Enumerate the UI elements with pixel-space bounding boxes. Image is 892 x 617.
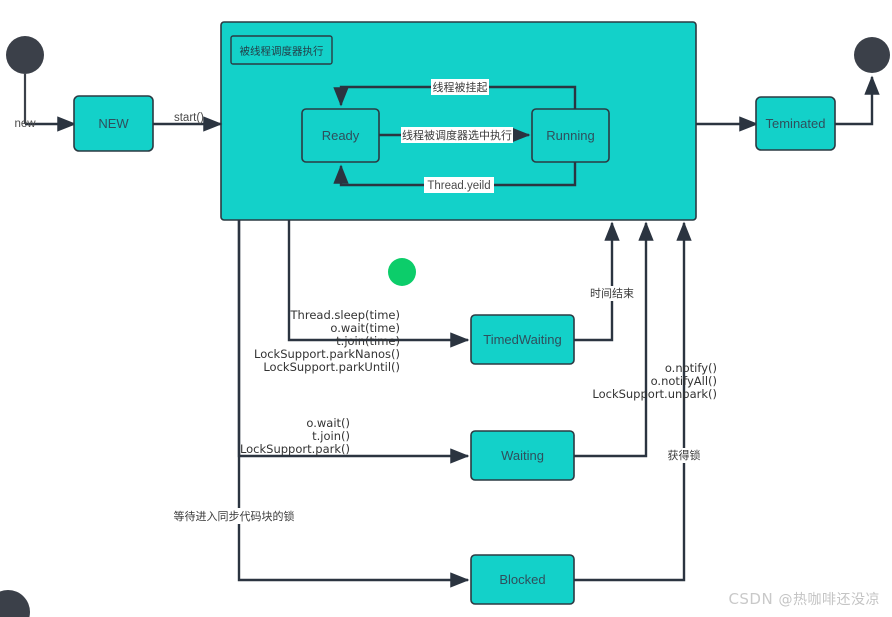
note-to-waiting-line-3: LockSupport.park()	[240, 442, 350, 456]
note-from-waiting-line-2: o.notifyAll()	[651, 374, 717, 388]
edge-new-label: new	[14, 118, 36, 130]
edge-get-lock-path	[574, 221, 692, 582]
runnable-caption-label: 被线程调度器执行	[240, 45, 324, 58]
edge-time-over-label: 时间结束	[590, 287, 634, 300]
state-ready-label: Ready	[322, 128, 360, 143]
end-node-circle	[854, 37, 890, 73]
edge-time-over-path	[574, 221, 620, 342]
note-from-waiting-line-3: LockSupport.unpark()	[592, 387, 717, 401]
note-to-timedwaiting-line-4: LockSupport.parkNanos()	[254, 347, 400, 361]
edge-to-blocked-path	[237, 220, 470, 588]
edge-to-end-path	[835, 75, 880, 126]
bottom-left-partial-circle	[0, 590, 30, 617]
note-to-timedwaiting-line-3: t.join(time)	[336, 334, 400, 348]
note-to-timedwaiting-line-2: o.wait(time)	[330, 321, 400, 335]
note-to-blocked-label: 等待进入同步代码块的锁	[174, 509, 295, 523]
watermark: CSDN @热咖啡还没凉	[728, 589, 880, 609]
start-node-circle	[6, 36, 44, 74]
edge-yield-label: Thread.yeild	[427, 180, 490, 192]
diagram-canvas: 被线程调度器执行 new NEW start() Ready Running 线…	[0, 0, 892, 617]
watermark-handle: @热咖啡还没凉	[778, 592, 880, 608]
state-blocked-label: Blocked	[499, 572, 545, 587]
edge-suspend-label: 线程被挂起	[433, 80, 488, 94]
thread-state-diagram: 被线程调度器执行 new NEW start() Ready Running 线…	[0, 21, 890, 617]
note-to-waiting-line-2: t.join()	[312, 429, 350, 443]
note-to-waiting-line-1: o.wait()	[306, 416, 350, 430]
note-to-timedwaiting-line-5: LockSupport.parkUntil()	[263, 360, 400, 374]
note-from-waiting: o.notify() o.notifyAll() LockSupport.unp…	[592, 361, 717, 401]
state-timedwaiting-label: TimedWaiting	[483, 332, 562, 347]
edge-scheduled-label: 线程被调度器选中执行	[402, 128, 512, 142]
note-from-waiting-line-1: o.notify()	[665, 361, 717, 375]
note-to-waiting: o.wait() t.join() LockSupport.park()	[240, 416, 350, 456]
note-to-timedwaiting-line-1: Thread.sleep(time)	[290, 308, 400, 322]
edge-start-label: start()	[174, 112, 204, 124]
watermark-prefix: CSDN	[728, 590, 774, 608]
edge-get-lock-label: 获得锁	[668, 448, 701, 462]
state-running-label: Running	[546, 128, 594, 143]
state-new-label: NEW	[98, 116, 129, 131]
state-waiting-label: Waiting	[501, 448, 544, 463]
state-terminated-label: Teminated	[766, 116, 826, 131]
green-status-dot	[388, 258, 416, 286]
